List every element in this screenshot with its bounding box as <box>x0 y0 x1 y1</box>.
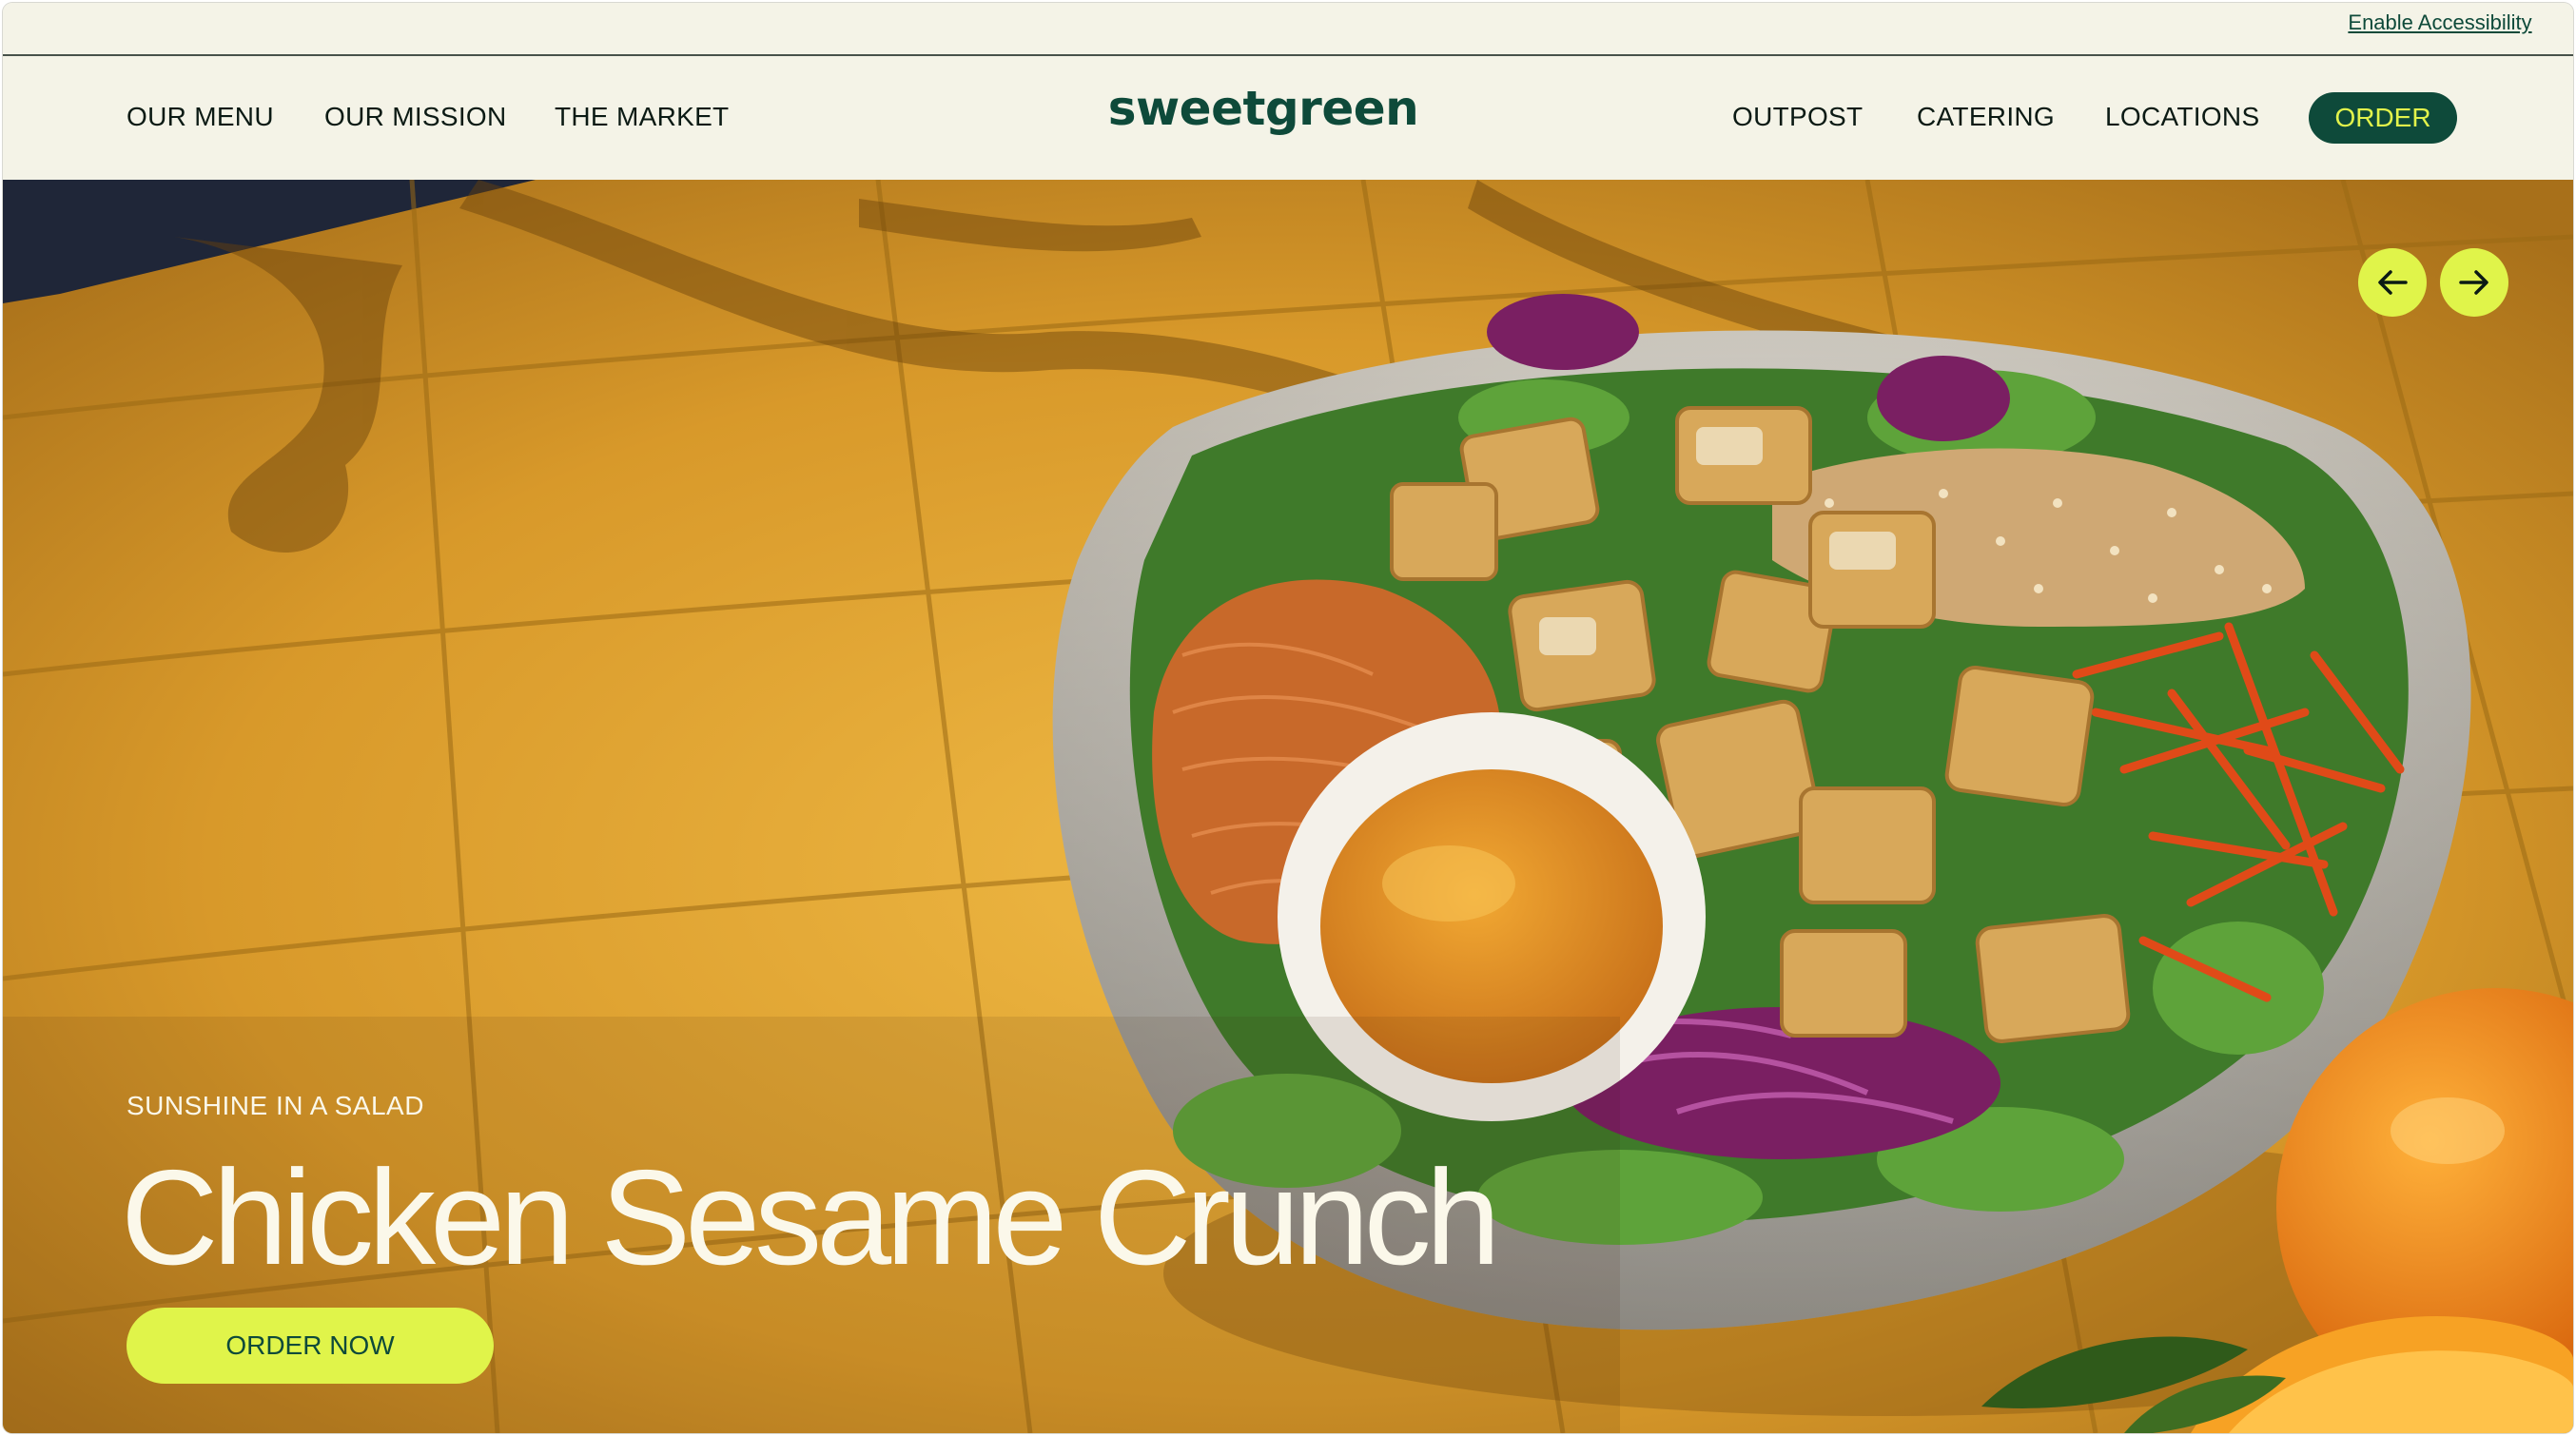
hero-eyebrow: SUNSHINE IN A SALAD <box>127 1091 424 1120</box>
nav-outpost[interactable]: OUTPOST <box>1732 102 1863 132</box>
nav-our-mission[interactable]: OUR MISSION <box>324 102 507 132</box>
nav-catering[interactable]: CATERING <box>1917 102 2055 132</box>
main-nav: OUR MENU OUR MISSION THE MARKET sweetgre… <box>3 56 2573 180</box>
nav-our-menu[interactable]: OUR MENU <box>127 102 274 132</box>
nav-the-market[interactable]: THE MARKET <box>555 102 729 132</box>
order-button[interactable]: ORDER <box>2309 92 2457 144</box>
enable-accessibility-link[interactable]: Enable Accessibility <box>2307 10 2573 35</box>
utility-bar: Enable Accessibility <box>3 3 2573 56</box>
carousel-prev-button[interactable] <box>2358 248 2427 317</box>
arrow-right-icon <box>2459 270 2488 295</box>
arrow-left-icon <box>2378 270 2408 295</box>
nav-locations[interactable]: LOCATIONS <box>2105 102 2259 132</box>
hero-title: Chicken Sesame Crunch <box>121 1142 1501 1293</box>
carousel-next-button[interactable] <box>2440 248 2508 317</box>
order-now-button[interactable]: ORDER NOW <box>127 1308 494 1384</box>
hero-banner: SUNSHINE IN A SALAD Chicken Sesame Crunc… <box>3 180 2573 1433</box>
browser-page: Enable Accessibility OUR MENU OUR MISSIO… <box>3 3 2573 1433</box>
sweetgreen-logo[interactable]: sweetgreen <box>1106 81 1420 136</box>
